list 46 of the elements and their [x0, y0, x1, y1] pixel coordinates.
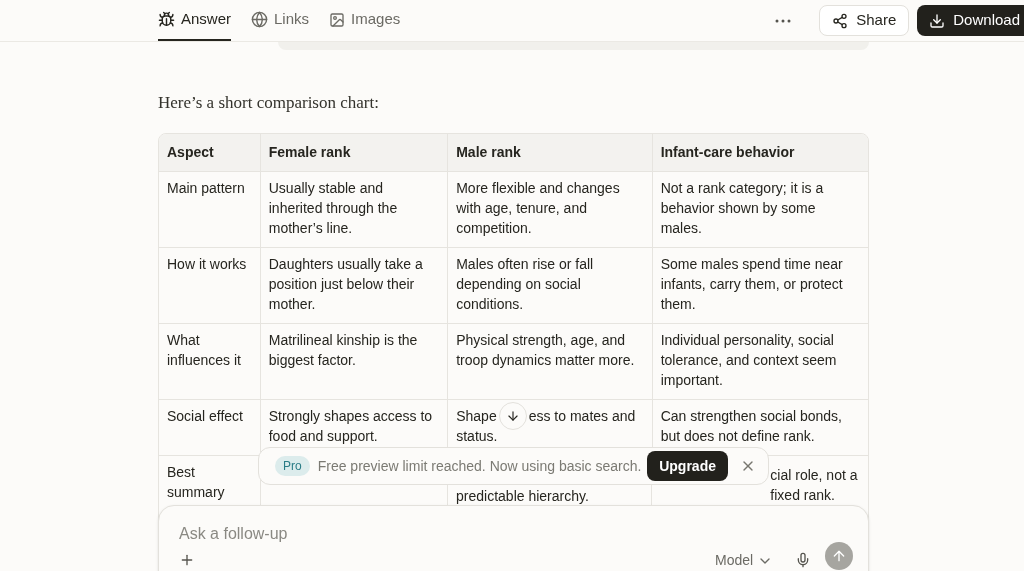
follow-up-input[interactable]: Ask a follow-up: [179, 522, 679, 546]
pro-badge: Pro: [275, 456, 310, 476]
column-header: Male rank: [447, 133, 652, 171]
share-button[interactable]: Share: [819, 5, 910, 36]
table-cell-text: Shape: [456, 406, 497, 426]
table-cell-text: Main pattern: [167, 178, 246, 198]
table-cell-text: Individual personality, social tolerance, and context seem important.: [660, 330, 838, 390]
table-cell-text: Some males spend time near infants, carry them, or protect them.: [660, 254, 844, 314]
download-button[interactable]: Download: [917, 5, 1024, 36]
download-icon: [929, 12, 946, 29]
table-cell-text: Males often rise or fall depending on social conditions.: [456, 254, 595, 314]
tab[interactable]: Answer: [158, 0, 232, 41]
table-cell-text: How it works: [167, 254, 248, 274]
table-cell-text: Matrilineal kinship is the biggest factor.: [268, 330, 419, 370]
tab[interactable]: Links: [251, 0, 310, 41]
send-button[interactable]: [825, 542, 853, 570]
share-icon: [832, 12, 849, 29]
table-cell-text: More flexible and changes with age, tenure, and competition.: [456, 178, 621, 238]
upgrade-button[interactable]: Upgrade: [647, 451, 728, 481]
table-cell-text: Social effect: [167, 406, 244, 426]
table-cell-text: Can strengthen social bonds, but does not define rank.: [660, 406, 843, 446]
table-cell-text: Usually stable and inherited through the mother’s line.: [268, 178, 399, 238]
table-cell-text: status.: [456, 426, 499, 446]
table-cell-text: Physical strength, age, and troop dynamics matter more.: [456, 330, 636, 370]
table-cell-text: Not a rank category; it is a behavior shown by some males.: [660, 178, 825, 238]
column-header: Infant-care behavior: [651, 133, 868, 171]
image-icon: [329, 11, 346, 28]
table-cell-text: Strongly shapes access to food and support.: [268, 406, 434, 446]
more-icon: [775, 18, 792, 23]
table-cell-text: Best summary: [167, 462, 226, 502]
table-cell-text: ess to mates and: [528, 406, 636, 426]
model-button[interactable]: Model: [715, 550, 774, 571]
table-cell-text: cial role, not a fixed rank.: [770, 465, 859, 505]
column-header: Female rank: [259, 133, 448, 171]
microphone-icon[interactable]: [795, 552, 811, 568]
tab[interactable]: Images: [329, 0, 401, 41]
scroll-down-button[interactable]: [498, 401, 527, 430]
intro-text: Here’s a short comparison chart:: [158, 92, 380, 114]
table-cell-text: What influences it: [167, 330, 242, 370]
globe-icon: [251, 11, 269, 28]
table-cell-text: Daughters usually take a position just below their mother.: [268, 254, 424, 314]
notice-text: Free preview limit reached. Now using basic search.: [317, 456, 642, 476]
column-header: Aspect: [166, 143, 215, 162]
table-cell-text: predictable hierarchy.: [456, 486, 590, 506]
answer-icon: [158, 11, 175, 28]
add-icon[interactable]: [179, 552, 195, 568]
